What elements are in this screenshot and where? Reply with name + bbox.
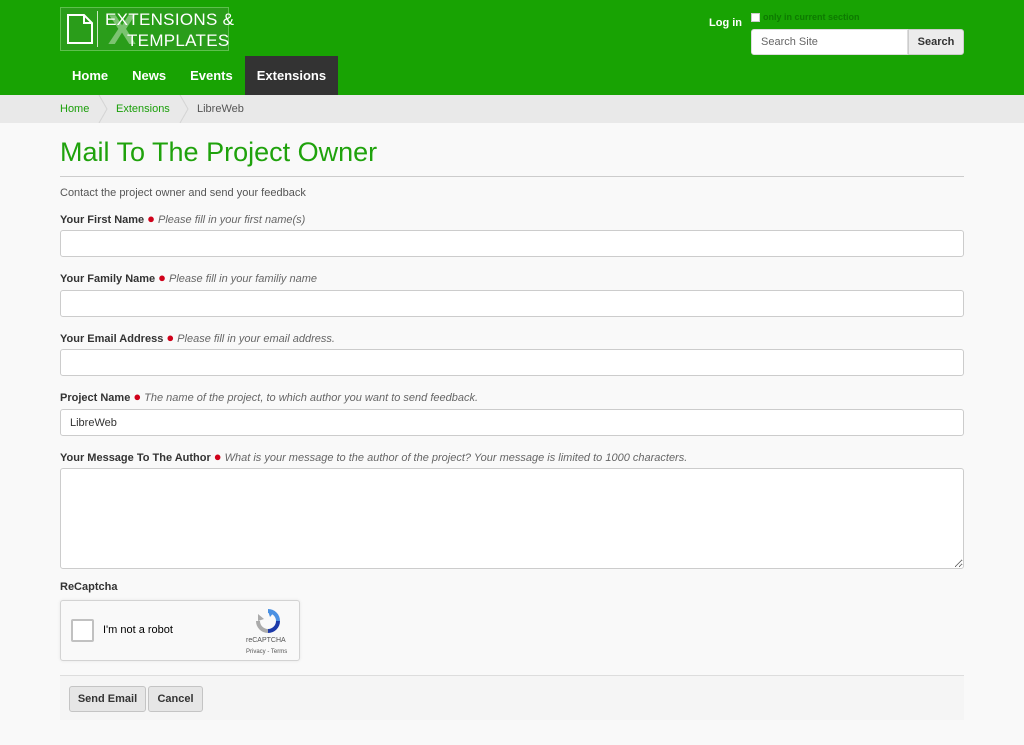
document-icon <box>64 11 98 47</box>
field-help: Please fill in your first name(s) <box>158 214 306 226</box>
title-divider <box>60 176 964 177</box>
current-section-checkbox[interactable] <box>751 13 760 22</box>
site-logo[interactable]: X EXTENSIONS & TEMPLATES <box>60 7 234 51</box>
family-name-input[interactable] <box>60 290 964 317</box>
site-header: X EXTENSIONS & TEMPLATES Log in only in … <box>0 0 1024 95</box>
send-email-button[interactable]: Send Email <box>69 686 146 712</box>
field-help: The name of the project, to which author… <box>144 392 479 404</box>
breadcrumb-separator-icon <box>179 95 189 123</box>
required-marker: ● <box>166 330 175 345</box>
recaptcha-widget: I'm not a robot reCAPTCHA Privacy - Term… <box>60 600 300 661</box>
nav-item-news[interactable]: News <box>120 56 178 95</box>
field-label-text: Your Family Name <box>60 273 156 285</box>
breadcrumb-home[interactable]: Home <box>60 95 89 123</box>
breadcrumb-current: LibreWeb <box>197 103 244 115</box>
field-label-text: Project Name <box>60 392 131 404</box>
login-link[interactable]: Log in <box>709 17 742 29</box>
nav-item-home[interactable]: Home <box>60 56 120 95</box>
project-name-label: Project Name ● The name of the project, to… <box>60 389 478 404</box>
nav-item-extensions[interactable]: Extensions <box>244 56 339 95</box>
email-label: Your Email Address ● Please fill in your e… <box>60 330 335 345</box>
first-name-input[interactable] <box>60 230 964 257</box>
recaptcha-links[interactable]: Privacy - Terms <box>246 649 287 655</box>
form-actions: Send Email Cancel <box>60 675 964 720</box>
recaptcha-checkbox[interactable] <box>71 619 94 642</box>
message-textarea[interactable] <box>60 468 964 569</box>
nav-item-events[interactable]: Events <box>178 56 245 95</box>
main-nav: Home News Events Extensions <box>60 56 339 95</box>
page-title: Mail To The Project Owner <box>60 137 378 167</box>
required-marker: ● <box>213 449 222 464</box>
field-help: Please fill in your email address. <box>177 333 335 345</box>
logo-line1: EXTENSIONS & <box>105 10 235 29</box>
required-marker: ● <box>147 211 156 226</box>
recaptcha-brand: reCAPTCHA <box>246 637 286 644</box>
field-label-text: Your Message To The Author <box>60 452 211 464</box>
field-label-text: Your First Name <box>60 214 145 226</box>
field-help: What is your message to the author of th… <box>224 452 688 464</box>
required-marker: ● <box>158 270 167 285</box>
cancel-button[interactable]: Cancel <box>148 686 203 712</box>
required-marker: ● <box>133 389 142 404</box>
breadcrumb-extensions[interactable]: Extensions <box>116 95 170 123</box>
form-description: Contact the project owner and send your … <box>60 187 306 199</box>
family-name-label: Your Family Name ● Please fill in your fam… <box>60 270 317 285</box>
current-section-label: only in current section <box>763 12 860 22</box>
field-help: Please fill in your familiy name <box>169 273 317 285</box>
recaptcha-text: I'm not a robot <box>103 624 173 636</box>
search-button[interactable]: Search <box>908 29 964 55</box>
field-label-text: Your Email Address <box>60 333 164 345</box>
breadcrumb-separator-icon <box>98 95 108 123</box>
logo-line2: TEMPLATES <box>127 31 230 50</box>
recaptcha-label: ReCaptcha <box>60 581 118 593</box>
breadcrumb: Home Extensions LibreWeb <box>0 95 1024 123</box>
first-name-label: Your First Name ● Please fill in your firs… <box>60 211 305 226</box>
project-name-input[interactable] <box>60 409 964 436</box>
message-label: Your Message To The Author ● What is your … <box>60 449 687 464</box>
recaptcha-logo-icon <box>256 609 280 633</box>
email-input[interactable] <box>60 349 964 376</box>
search-input[interactable] <box>751 29 908 55</box>
